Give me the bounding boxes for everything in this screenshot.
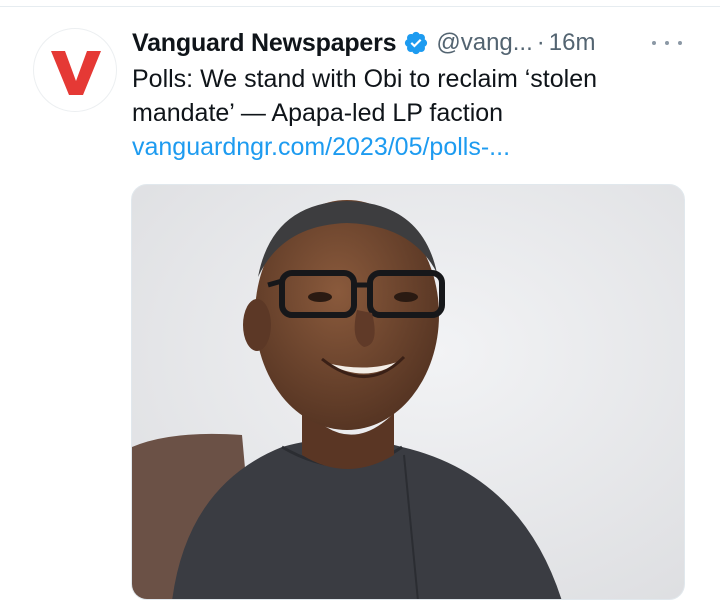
- portrait-photo-image: [132, 185, 684, 599]
- display-name[interactable]: Vanguard Newspapers: [132, 29, 397, 58]
- tweet-text: Polls: We stand with Obi to reclaim ‘sto…: [132, 62, 692, 164]
- article-link[interactable]: vanguardngr.com/2023/05/polls-...: [132, 130, 692, 164]
- more-options-button[interactable]: [652, 36, 682, 50]
- more-dot: [678, 41, 682, 45]
- tweet-header: Vanguard Newspapers @vang... · 16m: [132, 26, 595, 60]
- tweet-photo[interactable]: [131, 184, 685, 600]
- tweet-text-line: Polls: We stand with Obi to reclaim ‘sto…: [132, 65, 598, 93]
- more-dot: [652, 41, 656, 45]
- handle[interactable]: @vang...: [436, 29, 532, 57]
- more-dot: [665, 41, 669, 45]
- vanguard-logo-icon: [51, 51, 101, 95]
- timestamp[interactable]: 16m: [549, 29, 596, 57]
- separator-dot: ·: [536, 29, 545, 56]
- tweet-text-line: mandate’ — Apapa-led LP faction: [132, 99, 504, 127]
- tweet-card[interactable]: Vanguard Newspapers @vang... · 16m Polls…: [0, 0, 720, 605]
- avatar[interactable]: [33, 28, 117, 112]
- verified-badge-icon: [403, 30, 429, 56]
